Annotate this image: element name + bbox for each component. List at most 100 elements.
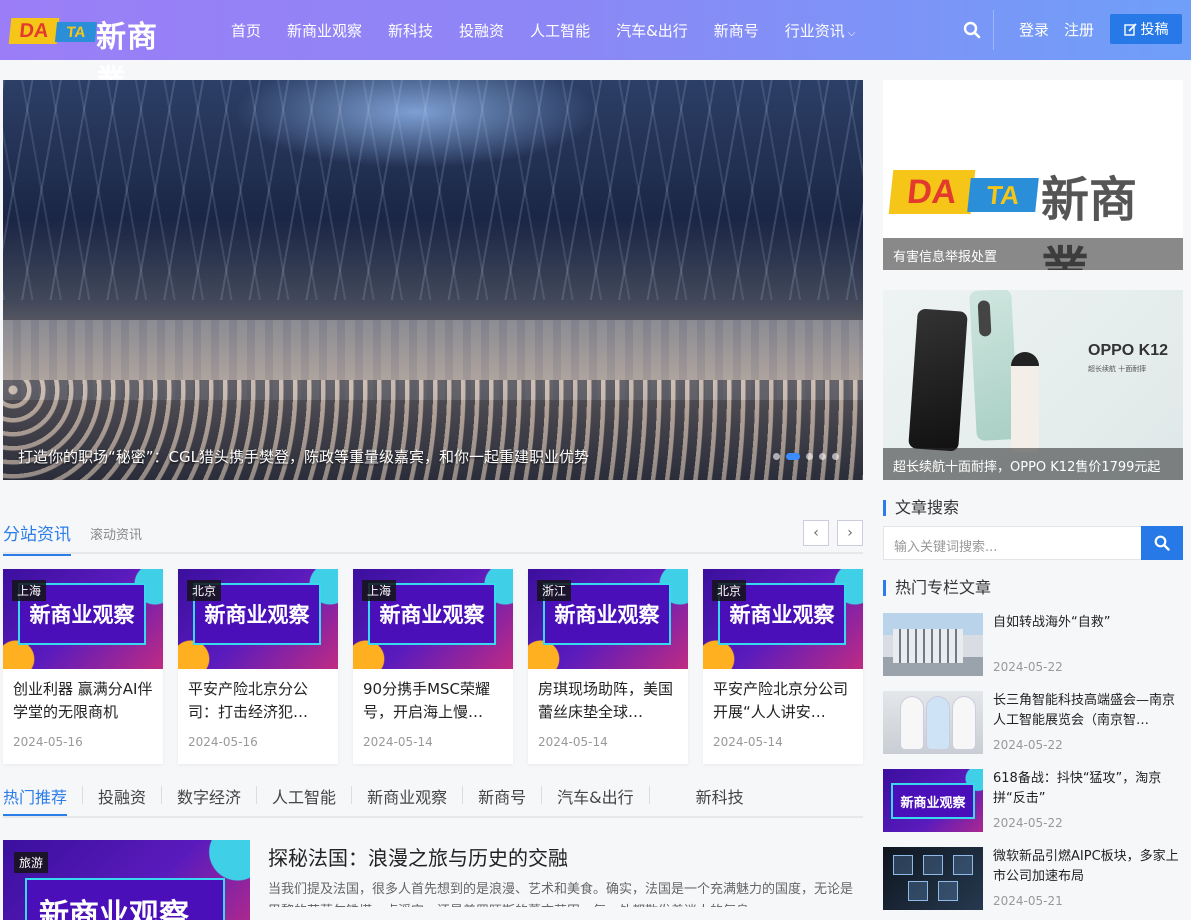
nav-business-observe[interactable]: 新商业观察: [287, 20, 362, 41]
news-card[interactable]: 新商业观察 上海 创业利器 赢满分AI伴学堂的无限商机 2024-05-16: [3, 569, 163, 764]
search-icon: [1154, 535, 1170, 551]
building-image: [893, 629, 963, 663]
news-card[interactable]: 新商业观察 浙江 房琪现场助阵，美国蕾丝床垫全球… 2024-05-14: [528, 569, 688, 764]
ad-report-banner[interactable]: DA TA 新商業 有害信息举报处置: [883, 80, 1183, 270]
hero-image-truss: [3, 80, 863, 300]
edit-icon: [1123, 22, 1137, 36]
news-thumbnail: 新商业观察 上海: [3, 569, 163, 669]
nav-brand[interactable]: 新商号: [714, 20, 759, 41]
nav-ai[interactable]: 人工智能: [530, 20, 590, 41]
tab-auto[interactable]: 汽车&出行: [557, 780, 633, 816]
hero-carousel[interactable]: 打造你的职场“秘密”：CGL猎头携手樊登，陈政等重量级嘉宾，和你一起重建职业优势: [3, 80, 863, 480]
hot-title[interactable]: 长三角智能科技高端盛会—南京人工智能展览会（南京智…: [993, 691, 1185, 731]
news-card[interactable]: 新商业观察 北京 平安产险北京分公司开展“人人讲安… 2024-05-14: [703, 569, 863, 764]
tab-hot[interactable]: 热门推荐: [3, 780, 68, 816]
tab-ai[interactable]: 人工智能: [272, 780, 336, 816]
hot-article[interactable]: 微软新品引燃AIPC板块，多家上市公司加速布局 2024-05-21: [883, 847, 1183, 911]
tab-digital-economy[interactable]: 数字经济: [177, 780, 241, 816]
chip-image: [893, 855, 913, 875]
news-date: 2024-05-14: [538, 735, 608, 749]
hot-date: 2024-05-22: [993, 660, 1063, 674]
news-title[interactable]: 90分携手MSC荣耀号，开启海上慢…: [353, 669, 513, 727]
robot-image: [927, 697, 949, 749]
featured-title[interactable]: 探秘法国：浪漫之旅与历史的交融: [268, 842, 568, 871]
hot-article[interactable]: 新商业观察 618备战：抖快“猛攻”，淘京拼“反击” 2024-05-22: [883, 769, 1183, 833]
camera-module: [977, 300, 992, 337]
region-tag: 上海: [12, 580, 47, 601]
tab-tech[interactable]: 新科技: [696, 780, 744, 816]
featured-thumbnail[interactable]: 新商业观察 旅游: [3, 840, 250, 920]
news-title[interactable]: 创业利器 赢满分AI伴学堂的无限商机: [3, 669, 163, 727]
login-link[interactable]: 登录: [1019, 19, 1049, 40]
submit-label: 投稿: [1140, 22, 1169, 38]
hot-title[interactable]: 自如转战海外“自救”: [993, 613, 1185, 653]
hot-article[interactable]: 长三角智能科技高端盛会—南京人工智能展览会（南京智… 2024-05-22: [883, 691, 1183, 755]
news-card[interactable]: 新商业观察 上海 90分携手MSC荣耀号，开启海上慢… 2024-05-14: [353, 569, 513, 764]
submit-article-button[interactable]: 投稿: [1110, 14, 1182, 44]
news-date: 2024-05-16: [13, 735, 83, 749]
hot-thumb-text: 新商业观察: [891, 783, 975, 819]
carousel-dot-active[interactable]: [786, 453, 800, 460]
tab-brand[interactable]: 新商号: [478, 780, 526, 816]
nav-industry-label: 行业资讯: [784, 21, 845, 40]
carousel-indicators: [773, 453, 839, 460]
tab-divider: [462, 786, 464, 804]
featured-thumb-text: 新商业观察: [25, 878, 225, 920]
chevron-down-icon: ⌵: [847, 27, 856, 39]
news-date: 2024-05-14: [713, 735, 783, 749]
tab-business-observe[interactable]: 新商业观察: [367, 780, 447, 816]
news-thumbnail: 新商业观察 北京: [178, 569, 338, 669]
hot-date: 2024-05-22: [993, 816, 1063, 830]
news-card[interactable]: 新商业观察 北京 平安产险北京分公司：打击经济犯… 2024-05-16: [178, 569, 338, 764]
register-link[interactable]: 注册: [1064, 19, 1094, 40]
prev-arrow-button[interactable]: ‹: [803, 520, 829, 546]
news-thumbnail: 新商业观察 北京: [703, 569, 863, 669]
news-title[interactable]: 房琪现场助阵，美国蕾丝床垫全球…: [528, 669, 688, 727]
nav-auto[interactable]: 汽车&出行: [616, 20, 688, 41]
ad-caption: 超长续航十面耐摔，OPPO K12售价1799元起: [883, 448, 1183, 480]
article-search-button[interactable]: [1141, 526, 1183, 560]
hot-thumbnail: 新商业观察: [883, 769, 983, 832]
nav-industry-dropdown[interactable]: 行业资讯 ⌵: [785, 20, 856, 41]
featured-summary: 当我们提及法国，很多人首先想到的是浪漫、艺术和美食。确实，法国是一个充满魅力的国…: [268, 882, 854, 907]
branch-news-subtitle: 滚动资讯: [90, 528, 143, 543]
branch-news-header: 分站资讯 滚动资讯 ‹ ›: [3, 516, 863, 556]
hot-date: 2024-05-21: [993, 894, 1063, 908]
chip-image: [908, 881, 928, 901]
article-search-input[interactable]: 输入关键词搜索...: [883, 526, 1142, 560]
carousel-dot[interactable]: [832, 453, 839, 460]
hot-thumbnail: [883, 691, 983, 754]
ad-slogan: 超长续航 十面耐摔: [1088, 365, 1147, 373]
top-header: DA TA 新商業 首页 新商业观察 新科技 投融资 人工智能 汽车&出行 新商…: [0, 0, 1191, 99]
site-logo[interactable]: DA TA 新商業: [8, 10, 180, 99]
news-date: 2024-05-16: [188, 735, 258, 749]
news-title[interactable]: 平安产险北京分公司开展“人人讲安…: [703, 669, 863, 727]
hot-title[interactable]: 618备战：抖快“猛攻”，淘京拼“反击”: [993, 769, 1185, 809]
hot-title[interactable]: 微软新品引燃AIPC板块，多家上市公司加速布局: [993, 847, 1185, 887]
news-thumbnail: 新商业观察 浙江: [528, 569, 688, 669]
hero-caption[interactable]: 打造你的职场“秘密”：CGL猎头携手樊登，陈政等重量级嘉宾，和你一起重建职业优势: [18, 446, 589, 467]
hot-date: 2024-05-22: [993, 738, 1063, 752]
nav-investment[interactable]: 投融资: [459, 20, 504, 41]
chip-image: [953, 855, 973, 875]
carousel-dot[interactable]: [773, 453, 780, 460]
carousel-dot[interactable]: [806, 453, 813, 460]
ad-oppo-banner[interactable]: OPPO K12 超长续航 十面耐摔 超长续航十面耐摔，OPPO K12售价17…: [883, 290, 1183, 480]
category-tabs: 热门推荐 投融资 数字经济 人工智能 新商业观察 新商号 汽车&出行 新科技: [3, 780, 863, 818]
logo-ta: TA: [54, 22, 98, 42]
hot-article[interactable]: 自如转战海外“自救” 2024-05-22: [883, 613, 1183, 677]
nav-tech[interactable]: 新科技: [388, 20, 433, 41]
search-section-title: 文章搜索: [883, 500, 959, 516]
ad-logo-ta: TA: [967, 178, 1039, 212]
header-search-button[interactable]: [950, 10, 994, 50]
news-title[interactable]: 平安产险北京分公司：打击经济犯…: [178, 669, 338, 727]
tab-divider: [82, 786, 84, 804]
next-arrow-button[interactable]: ›: [837, 520, 863, 546]
nav-home[interactable]: 首页: [231, 20, 261, 41]
logo-da: DA: [8, 18, 60, 44]
ad-brand: OPPO K12: [1088, 342, 1169, 359]
tab-investment[interactable]: 投融资: [98, 780, 146, 816]
news-thumbnail: 新商业观察 上海: [353, 569, 513, 669]
branch-news-title[interactable]: 分站资讯: [3, 520, 71, 556]
carousel-dot[interactable]: [819, 453, 826, 460]
